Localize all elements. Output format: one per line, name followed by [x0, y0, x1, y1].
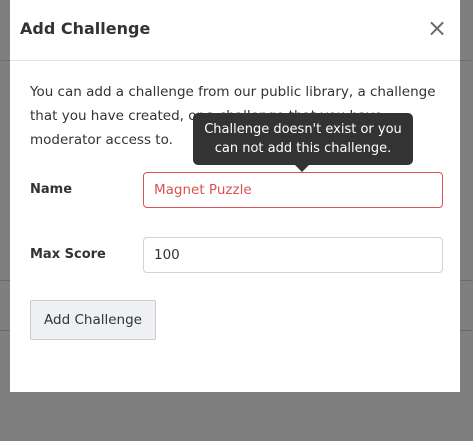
modal-title: Add Challenge — [20, 19, 151, 38]
max-score-label: Max Score — [30, 247, 106, 262]
add-challenge-modal: Add Challenge × You can add a challenge … — [10, 0, 460, 392]
name-label: Name — [30, 182, 73, 197]
close-icon[interactable]: × — [426, 15, 448, 41]
tooltip-arrow — [295, 165, 309, 172]
error-tooltip: Challenge doesn't exist or you can not a… — [193, 113, 413, 165]
max-score-input[interactable]: 100 — [143, 237, 443, 273]
add-challenge-button[interactable]: Add Challenge — [30, 300, 156, 340]
modal-header: Add Challenge × — [10, 0, 460, 61]
name-input[interactable]: Magnet Puzzle — [143, 172, 443, 208]
